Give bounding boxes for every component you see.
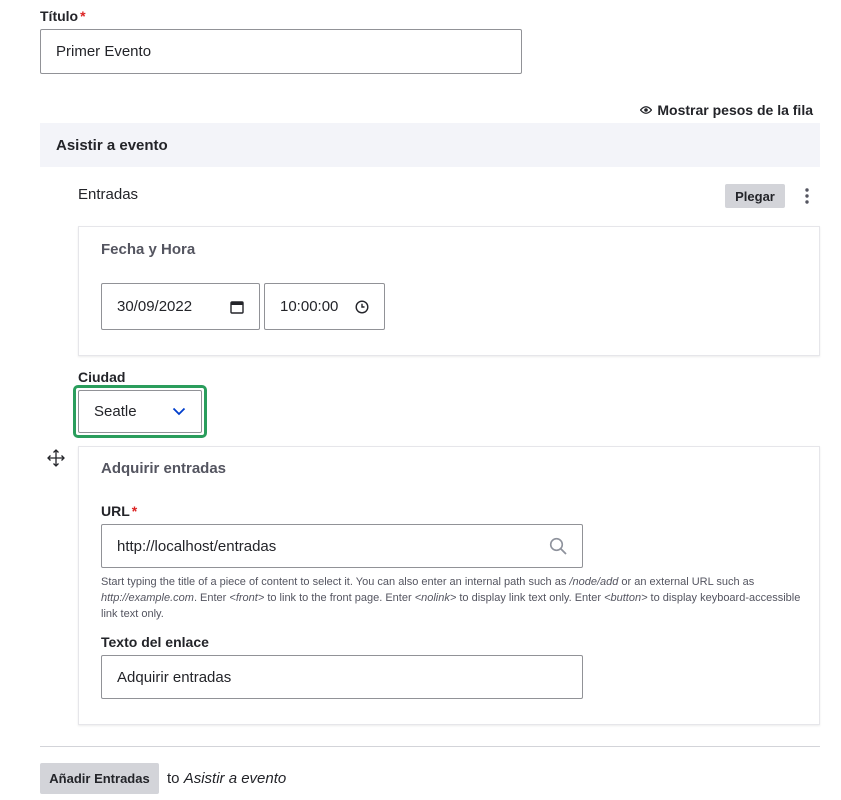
required-mark: * <box>131 503 138 519</box>
help-text-example: <button> <box>604 592 648 604</box>
help-text-segment: to display link text only. Enter <box>456 592 605 604</box>
datetime-title: Fecha y Hora <box>101 241 196 258</box>
add-suffix-to: to <box>167 770 180 787</box>
add-suffix-target: Asistir a evento <box>183 770 287 787</box>
url-help-text: Start typing the title of a piece of con… <box>101 574 801 622</box>
title-label-text: Título <box>40 8 79 24</box>
section-title: Asistir a evento <box>56 136 168 154</box>
add-button-suffix: to Asistir a evento <box>167 770 286 787</box>
url-input[interactable]: http://localhost/entradas <box>101 524 583 568</box>
help-text-example: <front> <box>229 592 265 604</box>
help-text-example: <nolink> <box>414 592 457 604</box>
url-input-value: http://localhost/entradas <box>117 537 277 555</box>
title-field-label: Título * <box>40 8 86 24</box>
city-selected-value: Seatle <box>94 403 137 420</box>
drag-handle-icon[interactable] <box>47 449 65 467</box>
date-value: 30/09/2022 <box>117 298 193 315</box>
help-text-example: /node/add <box>569 576 619 588</box>
clock-icon[interactable] <box>355 299 369 314</box>
city-label: Ciudad <box>78 369 126 385</box>
help-text-segment: . Enter <box>193 592 230 604</box>
chevron-down-icon <box>172 407 186 416</box>
link-text-input[interactable]: Adquirir entradas <box>101 655 583 699</box>
date-input[interactable]: 30/09/2022 <box>101 283 260 330</box>
section-header: Asistir a evento <box>40 123 820 167</box>
url-label: URL * <box>101 503 137 519</box>
entries-label: Entradas <box>78 186 139 203</box>
title-input-value: Primer Evento <box>56 43 152 60</box>
time-input[interactable]: 10:00:00 <box>264 283 385 330</box>
search-icon <box>549 537 567 555</box>
calendar-icon[interactable] <box>230 300 244 314</box>
link-text-value: Adquirir entradas <box>117 668 232 686</box>
acquire-title: Adquirir entradas <box>101 460 227 477</box>
time-value: 10:00:00 <box>280 298 339 315</box>
city-select[interactable]: Seatle <box>78 390 202 433</box>
title-input[interactable]: Primer Evento <box>40 29 522 74</box>
required-mark: * <box>80 8 86 24</box>
show-row-weights-link[interactable]: Mostrar pesos de la fila <box>640 102 813 118</box>
kebab-menu-icon[interactable] <box>803 187 811 205</box>
link-text-label: Texto del enlace <box>101 634 209 650</box>
help-text-segment: or an external URL such as <box>618 576 755 588</box>
url-label-text: URL <box>101 503 130 519</box>
help-text-example: http://example.com <box>101 592 194 604</box>
eye-icon <box>640 105 653 115</box>
show-row-weights-label: Mostrar pesos de la fila <box>657 102 813 118</box>
help-text-segment: to link to the front page. Enter <box>264 592 415 604</box>
collapse-button[interactable]: Plegar <box>725 184 785 208</box>
add-entries-button[interactable]: Añadir Entradas <box>40 763 159 794</box>
help-text-segment: Start typing the title of a piece of con… <box>101 576 570 588</box>
divider <box>40 746 820 747</box>
